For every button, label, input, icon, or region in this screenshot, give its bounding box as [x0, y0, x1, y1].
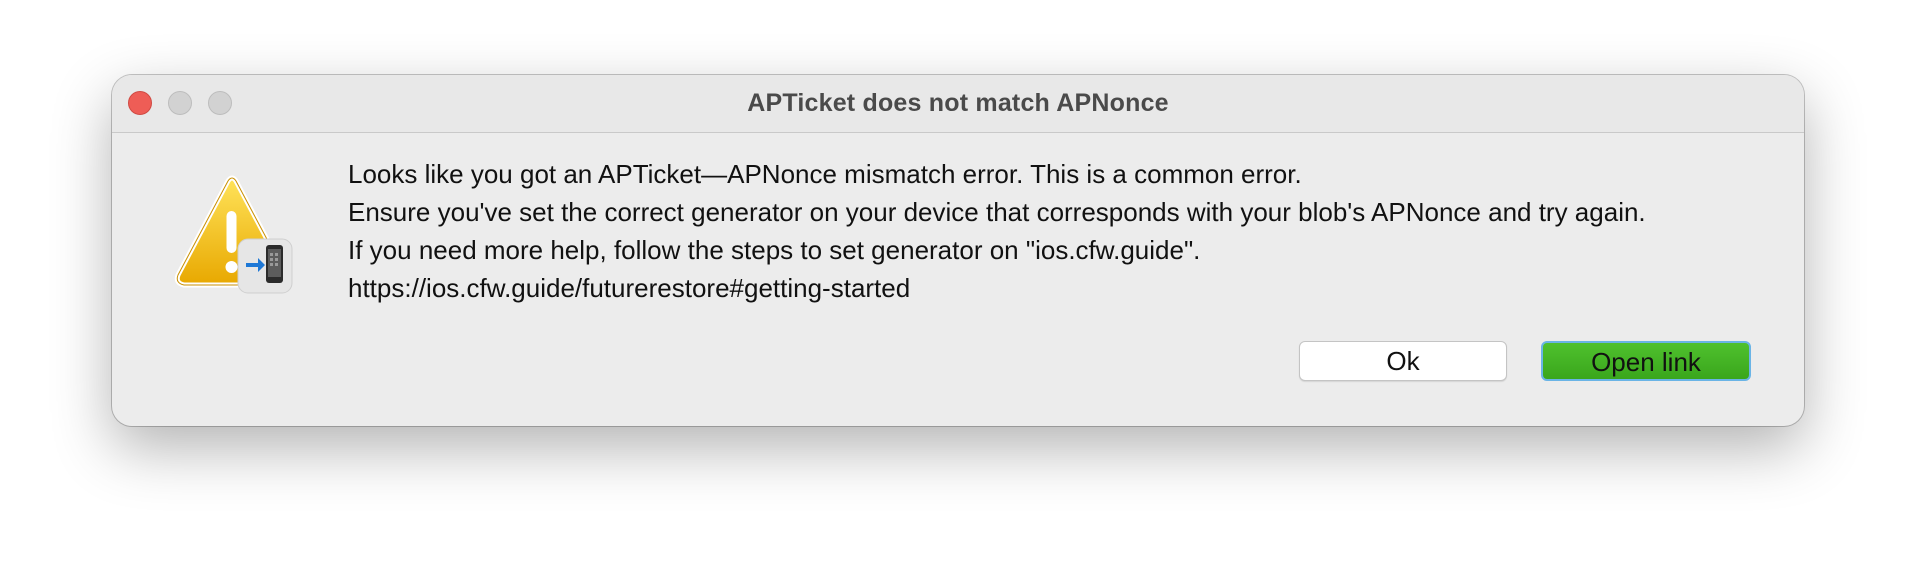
ok-button[interactable]: Ok: [1299, 341, 1507, 381]
open-link-button[interactable]: Open link: [1541, 341, 1751, 381]
message-url-line: https://ios.cfw.guide/futurerestore#gett…: [348, 273, 911, 303]
warning-icon: [174, 175, 293, 294]
title-bar: APTicket does not match APNonce: [112, 75, 1804, 133]
dialog-message: Looks like you got an APTicket—APNonce m…: [348, 155, 1646, 307]
dialog-title: APTicket does not match APNonce: [747, 89, 1169, 117]
message-line: Looks like you got an APTicket—APNonce m…: [348, 159, 1302, 189]
desktop-background: APTicket does not match APNonce Looks li…: [0, 0, 1916, 574]
message-line: Ensure you've set the correct generator …: [348, 197, 1646, 227]
alert-dialog: APTicket does not match APNonce Looks li…: [112, 75, 1804, 426]
phone-transfer-icon: [237, 238, 293, 294]
message-line: If you need more help, follow the steps …: [348, 235, 1201, 265]
